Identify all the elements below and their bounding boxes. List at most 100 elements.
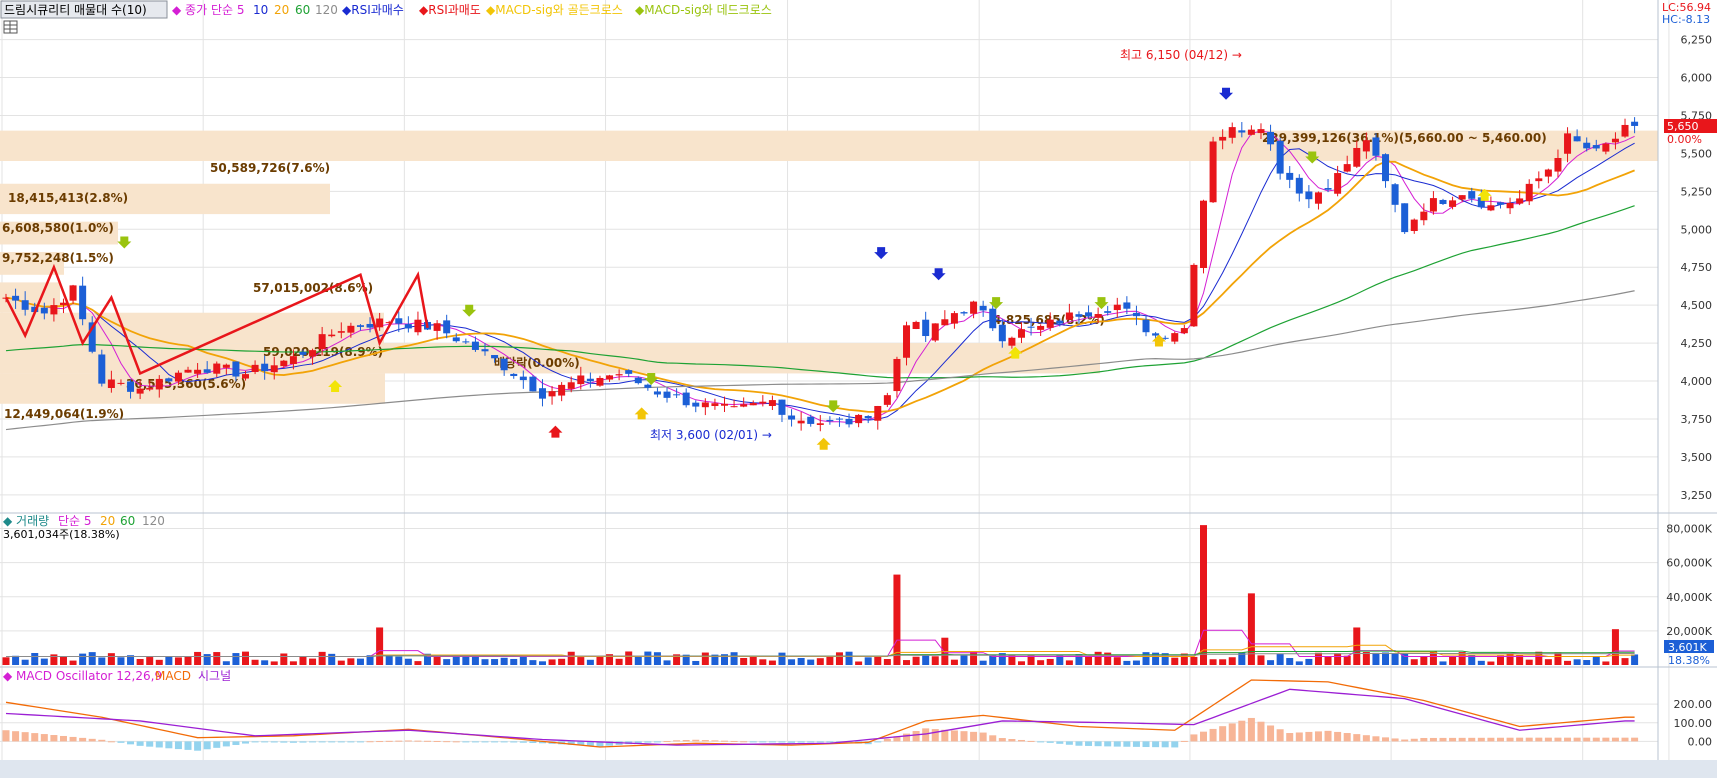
profile-label: 12,449,064(1.9%) [4, 407, 124, 421]
volume-bar [1094, 651, 1102, 665]
price-tick-label: 4,250 [1681, 337, 1713, 350]
macd-oscillator-bar [1353, 734, 1361, 742]
volume-bar [826, 656, 834, 665]
volume-bar [136, 658, 144, 665]
macd-oscillator-bar [1056, 741, 1064, 744]
volume-bar [404, 658, 412, 665]
volume-bar [1631, 654, 1639, 665]
macd-oscillator-bar [1516, 737, 1524, 742]
candle-body [903, 325, 911, 358]
volume-bar [1065, 660, 1073, 665]
candle-body [931, 323, 939, 341]
profile-label: 57,015,002(8.6%) [253, 281, 373, 295]
macd-oscillator-bar [1602, 737, 1610, 742]
macd-oscillator-bar [136, 741, 144, 746]
macd-oscillator-bar [1180, 740, 1188, 742]
macd-oscillator-bar [385, 740, 393, 742]
candle-body [146, 388, 154, 390]
candle-body [682, 392, 690, 406]
macd-oscillator-bar [471, 741, 479, 743]
candle-body [1391, 184, 1399, 205]
chart-title: 드림시큐리티 매물대 수(10) [4, 3, 147, 17]
candle-body [1113, 304, 1121, 311]
volume-title: ◆ 거래량 [3, 514, 49, 528]
macd-oscillator-bar [1171, 741, 1179, 748]
candle-body [922, 319, 930, 337]
volume-bar [970, 651, 978, 665]
macd-oscillator-bar [1631, 737, 1639, 742]
candle-body [788, 415, 796, 420]
macd-oscillator-bar [1027, 740, 1035, 742]
candle-body [1525, 183, 1533, 202]
macd-oscillator-bar [711, 740, 719, 742]
volume-bar [222, 661, 230, 665]
macd-oscillator-bar [788, 741, 796, 743]
macd-oscillator-bar [721, 740, 728, 742]
candle-body [912, 321, 920, 329]
volume-bar [1286, 658, 1294, 665]
volume-bar [768, 660, 776, 665]
volume-tick-label: 20,000K [1666, 625, 1712, 638]
candle-body [1429, 198, 1437, 212]
candle-body [1171, 333, 1179, 342]
volume-bar [625, 651, 633, 665]
candle-body [1075, 314, 1083, 317]
vol-ma120: 120 [142, 514, 165, 528]
macd-oscillator-bar [759, 741, 767, 743]
macd-oscillator-bar [433, 740, 441, 742]
macd-oscillator-bar [1267, 725, 1275, 742]
macd-oscillator-bar [213, 741, 221, 748]
volume-bar [931, 656, 939, 665]
candle-body [625, 370, 633, 374]
macd-oscillator-bar [1276, 729, 1284, 742]
candle-body [759, 401, 767, 404]
candle-body [1286, 172, 1294, 180]
candle-body [1305, 191, 1313, 200]
candle-body [1631, 121, 1639, 126]
volume-bar [730, 652, 738, 665]
candle-body [883, 395, 891, 405]
macd-oscillator-bar [1132, 741, 1140, 747]
macd-oscillator-bar [1592, 737, 1600, 742]
macd-oscillator-bar [510, 741, 518, 743]
volume-bar [1449, 656, 1457, 665]
volume-tick-label: 60,000K [1666, 557, 1712, 570]
macd-oscillator-bar [1209, 728, 1217, 742]
candle-body [673, 394, 681, 396]
macd-oscillator-bar [1372, 736, 1380, 742]
candle-body [107, 379, 115, 388]
candle-body [893, 358, 901, 392]
candle-body [251, 364, 259, 372]
volume-bar [1305, 658, 1313, 665]
candle-body [174, 372, 182, 382]
macd-oscillator-bar [931, 729, 939, 742]
candle-body [510, 373, 518, 377]
volume-bar [1113, 657, 1121, 665]
volume-bar [289, 661, 297, 665]
macd-oscillator-bar [1564, 737, 1572, 742]
macd-oscillator-bar [1075, 741, 1083, 746]
volume-bar [21, 659, 29, 665]
macd-osc-title: ◆ MACD Oscillator 12,26,9 [3, 669, 162, 683]
candle-body [730, 406, 738, 408]
stock-chart[interactable]: 50,589,726(7.6%) 18,415,413(2.8%) 6,608,58… [0, 0, 1717, 778]
volume-bar [309, 658, 317, 665]
candle-body [826, 419, 834, 422]
candle-body [950, 313, 958, 324]
volume-bar [184, 656, 192, 665]
macd-oscillator-bar [807, 741, 815, 743]
candle-body [711, 403, 719, 407]
candle-body [1295, 177, 1303, 194]
macd-oscillator-bar [1286, 733, 1294, 742]
macd-oscillator-bar [1219, 726, 1227, 742]
candle-body [653, 391, 661, 395]
candle-body [1496, 202, 1504, 205]
macd-oscillator-bar [1037, 741, 1045, 743]
macd-oscillator-bar [950, 730, 958, 742]
candle-body [1238, 130, 1246, 133]
ma60-legend: 60 [295, 3, 310, 17]
volume-bar [165, 656, 173, 665]
volume-bar [529, 660, 537, 665]
candle-body [807, 416, 815, 424]
volume-bar [1219, 659, 1227, 665]
